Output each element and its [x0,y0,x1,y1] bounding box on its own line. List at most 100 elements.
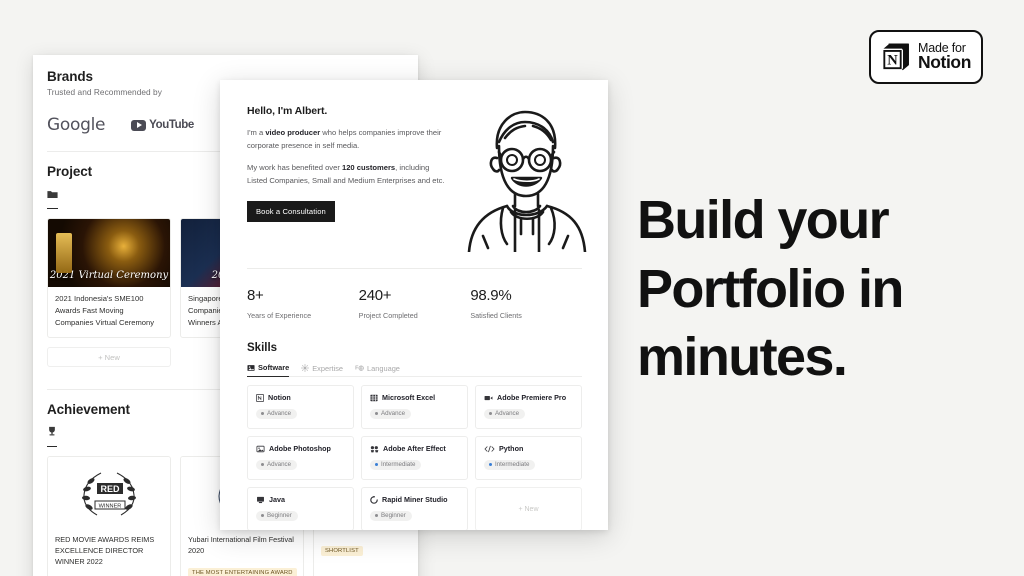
skill-card[interactable]: Rapid Miner Studio Beginner [361,487,468,530]
bio-paragraph-1: I'm a video producer who helps companies… [247,126,447,152]
skills-title: Skills [247,342,278,354]
effects-icon [370,445,379,452]
skill-card[interactable]: Adobe After Effect Intermediate [361,436,468,480]
level-dot [375,412,378,415]
level-dot [261,412,264,415]
skill-name-row: Adobe Premiere Pro [484,393,573,402]
svg-text:N: N [887,53,898,69]
skill-level-pill: Advance [484,408,526,419]
achievement-badge: THE MOST ENTERTAINING AWARD [188,568,297,576]
folder-icon[interactable] [47,186,58,209]
skill-level-pill: Advance [256,459,298,470]
skill-name-row: Python [484,444,573,453]
skill-level: Advance [381,410,406,417]
skill-name: Python [499,444,524,453]
skill-level-pill: Advance [370,408,412,419]
project-card[interactable]: 2021 Virtual Ceremony 2021 Indonesia's S… [47,218,171,339]
trophy-icon[interactable] [47,424,57,448]
stats-row: 8+ Years of Experience 240+ Project Comp… [247,287,582,320]
level-dot [261,514,264,517]
svg-text:RED: RED [100,484,120,494]
tabs-underline [247,376,582,377]
profile-intro: Hello, I'm Albert. I'm a video producer … [247,100,447,252]
video-icon [484,395,493,400]
translate-icon: F [355,365,364,372]
skill-level-pill: Advance [256,408,298,419]
skill-card[interactable]: Microsoft Excel Advance [361,385,468,429]
svg-text:F: F [355,366,359,372]
achievement-card-title [314,529,418,539]
tab-expertise[interactable]: Expertise [301,363,343,377]
skill-level: Beginner [381,512,406,519]
skill-card[interactable]: Python Intermediate [475,436,582,480]
grid-icon [370,394,378,401]
laurel-wreath-icon: RED WINNER [82,472,136,516]
google-logo: Google [47,115,106,135]
page-title: Build your Portfolio in minutes. [637,190,904,388]
skills-tabs: Software Expertise F Language [247,363,582,377]
skill-card[interactable]: Adobe Photoshop Advance [247,436,354,480]
skill-name-row: Adobe Photoshop [256,444,345,453]
skill-card[interactable]: Notion Advance [247,385,354,429]
skill-card[interactable]: Adobe Premiere Pro Advance [475,385,582,429]
skill-level-pill: Beginner [370,510,412,521]
stat-value: 98.9% [470,287,512,304]
bio2-pre: My work has benefited over [247,163,342,173]
add-project-label: + New [98,352,120,362]
skill-level-pill: Beginner [256,510,298,521]
tab-software[interactable]: Software [247,363,290,377]
greeting-text: Hello, I'm Albert. [247,105,328,117]
notion-cube-icon: N [882,43,909,71]
skill-level-pill: Intermediate [484,459,536,470]
person-illustration-icon [467,110,587,252]
divider [247,268,582,269]
stat-value: 8+ [247,287,264,304]
skill-level: Advance [495,410,520,417]
add-project-button[interactable]: + New [47,347,171,368]
achievement-card-title: RED MOVIE AWARDS REIMS EXCELLENCE DIRECT… [55,535,155,567]
stat-value: 240+ [358,287,392,304]
skill-name: Rapid Miner Studio [382,495,448,504]
skill-name-row: Microsoft Excel [370,393,459,402]
profile-front-card: Hello, I'm Albert. I'm a video producer … [220,80,608,530]
skill-level: Intermediate [381,461,416,468]
youtube-logo: YouTube [131,119,194,131]
made-for-notion-badge: N Made for Notion [869,30,983,84]
level-dot [375,514,378,517]
skill-name-row: Java [256,495,345,504]
skill-name: Notion [268,393,291,402]
profile-header: Hello, I'm Albert. I'm a video producer … [247,100,587,252]
notion-badge-text: Made for Notion [918,41,971,73]
stat-item: 98.9% Satisfied Clients [470,287,582,320]
skill-name: Adobe Photoshop [269,444,331,453]
achievement-card[interactable]: RED WINNER RED MOVIE AWARDS REIMS EXCELL… [47,456,171,576]
bio1-pre: I'm a [247,128,266,137]
skill-name-row: Rapid Miner Studio [370,495,459,504]
bio2-bold: 120 customers [341,163,396,173]
youtube-logo-text: YouTube [149,119,194,131]
thumbnail-caption: 2021 Virtual Ceremony [49,270,169,281]
skill-level: Advance [267,410,292,417]
skill-name: Microsoft Excel [382,393,436,402]
skill-level-pill: Intermediate [370,459,422,470]
tab-expertise-label: Expertise [312,363,344,373]
stat-label: Satisfied Clients [470,311,522,320]
skill-level: Beginner [267,512,292,519]
tab-software-label: Software [258,363,290,372]
book-consultation-button[interactable]: Book a Consultation [247,201,335,223]
image-icon [247,364,255,371]
add-skill-label: + New [518,505,539,513]
skill-card[interactable]: Java Beginner [247,487,354,530]
stat-label: Project Completed [358,311,418,320]
level-dot [489,412,492,415]
circle-icon [370,495,378,504]
tab-language[interactable]: F Language [355,363,400,377]
tab-language-label: Language [367,363,400,373]
add-skill-button[interactable]: + New [475,487,582,530]
computer-icon [257,496,264,503]
bio-paragraph-2: My work has benefited over 120 customers… [247,161,447,187]
skill-level: Intermediate [495,461,530,468]
code-icon [484,445,495,452]
stat-item: 8+ Years of Experience [247,287,359,320]
level-dot [375,463,378,466]
